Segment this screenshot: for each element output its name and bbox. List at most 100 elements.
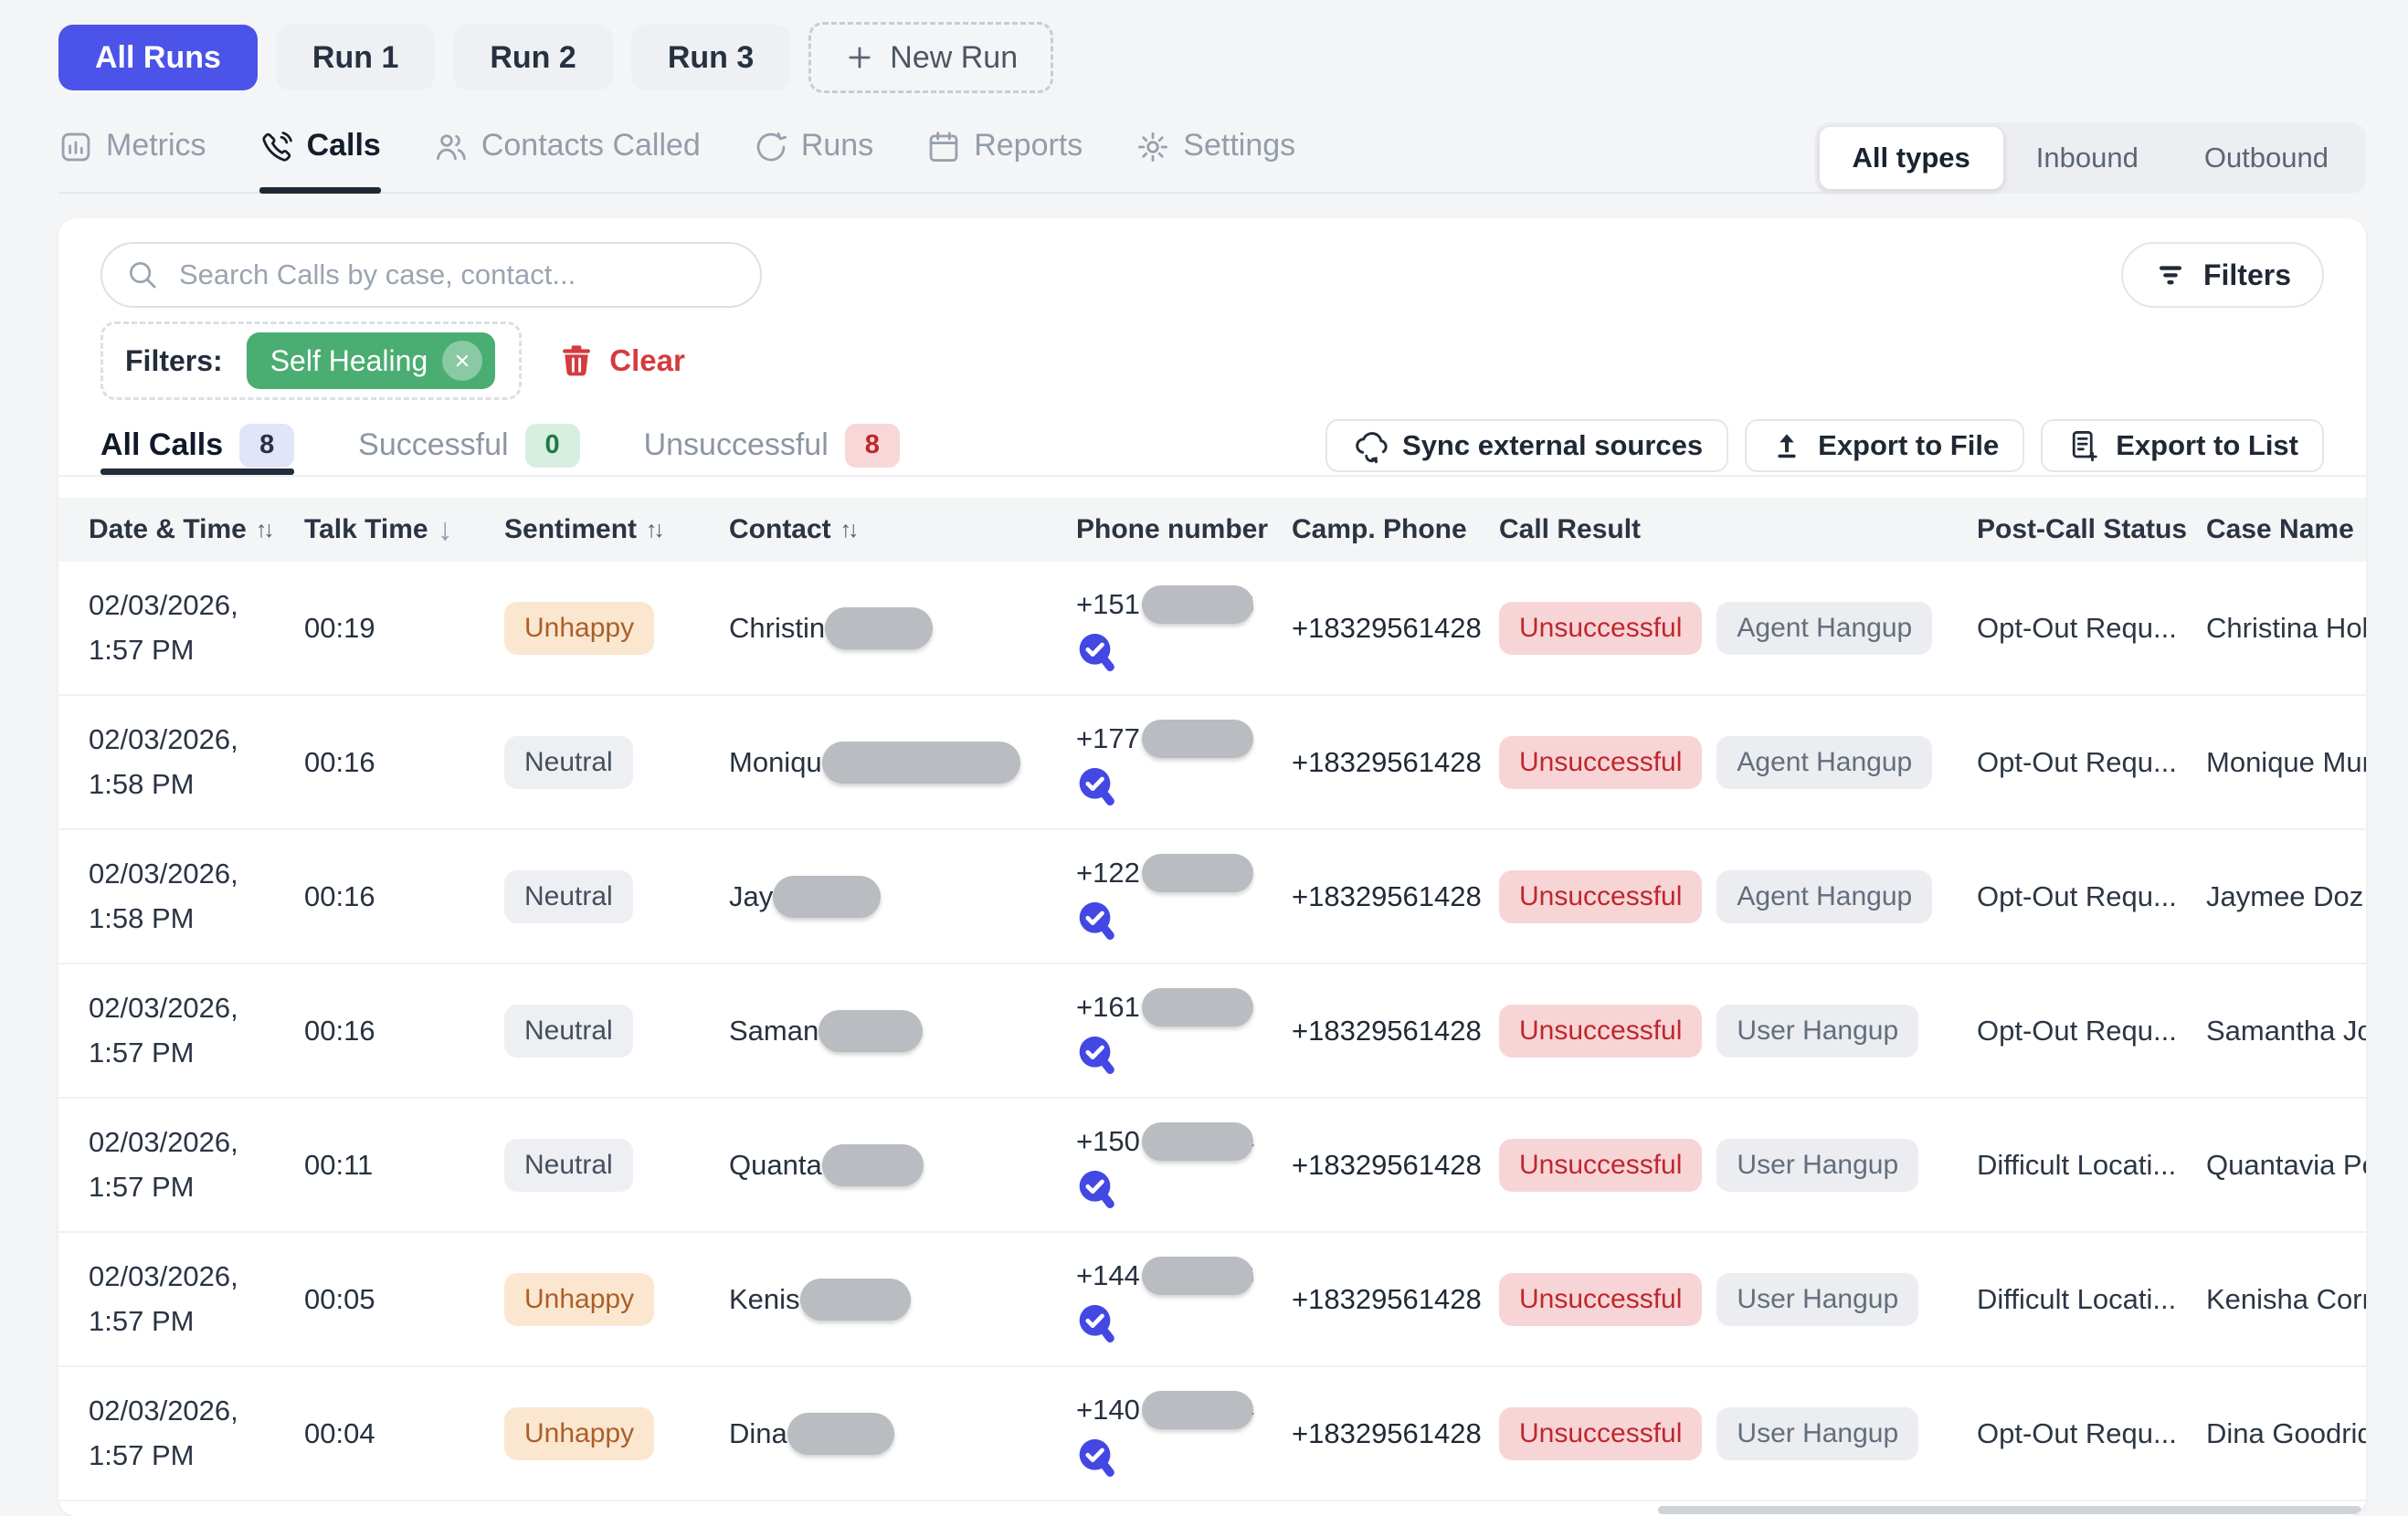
- tab-unsuccessful[interactable]: Unsuccessful 8: [644, 416, 900, 475]
- sort-both-icon[interactable]: ↑↓: [646, 517, 661, 543]
- redaction-blob: [1142, 988, 1253, 1026]
- tab-reports[interactable]: Reports: [926, 128, 1083, 194]
- column-header[interactable]: Camp. Phone ↑↓ ↓: [1292, 514, 1499, 545]
- run-tab-run-3[interactable]: Run 3: [631, 25, 790, 90]
- cell-date-time: 02/03/2026,1:57 PM: [89, 584, 304, 671]
- cell-phone-number: +122: [1076, 854, 1292, 940]
- type-all[interactable]: All types: [1820, 127, 2003, 189]
- cell-sentiment: Unhappy: [504, 1407, 729, 1460]
- tab-runs[interactable]: Runs: [754, 128, 873, 194]
- sentiment-pill: Unhappy: [504, 1407, 654, 1460]
- cell-talk-time: 00:16: [304, 880, 504, 913]
- calls-icon: [259, 130, 294, 164]
- sentiment-pill: Unhappy: [504, 1273, 654, 1326]
- table-row[interactable]: 02/03/2026,1:58 PM 00:16 Neutral Jay +12…: [58, 830, 2366, 964]
- sentiment-pill: Unhappy: [504, 602, 654, 655]
- redaction-blob: [787, 1413, 894, 1455]
- column-header[interactable]: Contact ↑↓ ↓: [729, 514, 1076, 545]
- plus-icon: [844, 42, 875, 73]
- redaction-blob: [822, 742, 1020, 784]
- filters-label: Filters:: [125, 344, 223, 378]
- cell-campaign-phone: +18329561428: [1292, 1149, 1499, 1182]
- cell-contact: Quanta: [729, 1144, 1076, 1186]
- table-row[interactable]: 02/03/2026,1:57 PM 00:05 Unhappy Kenis +…: [58, 1233, 2366, 1367]
- hangup-reason-pill: Agent Hangup: [1716, 602, 1932, 655]
- tab-successful[interactable]: Successful 0: [358, 416, 579, 475]
- sort-desc-icon[interactable]: ↓: [438, 512, 453, 548]
- redaction-blob: [825, 607, 933, 649]
- sentiment-pill: Neutral: [504, 1005, 633, 1058]
- metrics-icon: [58, 130, 93, 164]
- column-header[interactable]: Date & Time ↑↓ ↓: [89, 514, 304, 545]
- trash-icon: [558, 342, 595, 379]
- search-box[interactable]: [100, 242, 762, 308]
- remove-filter-icon[interactable]: [442, 341, 482, 381]
- tab-all-calls[interactable]: All Calls 8: [100, 416, 294, 475]
- sort-both-icon[interactable]: ↑↓: [840, 517, 856, 543]
- cell-phone-number: +150 4: [1076, 1122, 1292, 1208]
- cell-call-result: Unsuccessful User Hangup: [1499, 1407, 1977, 1460]
- cell-case-name: Kenisha Corn...: [2206, 1283, 2366, 1316]
- cell-sentiment: Neutral: [504, 736, 729, 789]
- cell-campaign-phone: +18329561428: [1292, 1417, 1499, 1450]
- column-header[interactable]: Post-Call Status ↑↓ ↓: [1977, 514, 2206, 545]
- cell-date-time: 02/03/2026,1:58 PM: [89, 852, 304, 940]
- cell-contact: Jay: [729, 876, 1076, 918]
- sort-both-icon[interactable]: ↑↓: [256, 517, 271, 543]
- new-run-button[interactable]: New Run: [808, 22, 1053, 93]
- table-row[interactable]: 02/03/2026,1:57 PM 00:19 Unhappy Christi…: [58, 562, 2366, 696]
- filter-group: Filters: Self Healing: [100, 321, 522, 400]
- redaction-blob: [819, 1010, 923, 1052]
- sync-external-sources-button[interactable]: Sync external sources: [1325, 419, 1728, 472]
- cell-date-time: 02/03/2026,1:57 PM: [89, 1255, 304, 1342]
- redaction-blob: [822, 1144, 924, 1186]
- cell-post-call-status: Opt-Out Requ...: [1977, 612, 2206, 645]
- cell-phone-number: +161: [1076, 988, 1292, 1074]
- cell-sentiment: Unhappy: [504, 1273, 729, 1326]
- export-to-file-button[interactable]: Export to File: [1745, 419, 2024, 472]
- result-pill: Unsuccessful: [1499, 602, 1702, 655]
- cell-post-call-status: Opt-Out Requ...: [1977, 1015, 2206, 1048]
- column-header[interactable]: Talk Time ↑↓ ↓: [304, 512, 504, 548]
- column-header[interactable]: Case Name ↑↓ ↓: [2206, 514, 2366, 545]
- call-status-tabs: All Calls 8 Successful 0 Unsuccessful 8 …: [100, 416, 2324, 475]
- run-tab-all-runs[interactable]: All Runs: [58, 25, 258, 90]
- tab-settings[interactable]: Settings: [1135, 128, 1295, 194]
- cell-campaign-phone: +18329561428: [1292, 612, 1499, 645]
- cell-post-call-status: Opt-Out Requ...: [1977, 1417, 2206, 1450]
- column-header[interactable]: Call Result ↑↓ ↓: [1499, 514, 1977, 545]
- cell-campaign-phone: +18329561428: [1292, 746, 1499, 779]
- column-header[interactable]: Sentiment ↑↓ ↓: [504, 514, 729, 545]
- table-row[interactable]: 02/03/2026,1:57 PM 00:11 Neutral Quanta …: [58, 1099, 2366, 1233]
- cell-campaign-phone: +18329561428: [1292, 1015, 1499, 1048]
- type-inbound[interactable]: Inbound: [2003, 127, 2171, 189]
- table-row[interactable]: 02/03/2026,1:57 PM 00:16 Neutral Saman +…: [58, 964, 2366, 1099]
- horizontal-scrollbar-thumb[interactable]: [1658, 1506, 2361, 1514]
- filter-chip-self-healing[interactable]: Self Healing: [247, 332, 496, 389]
- cell-date-time: 02/03/2026,1:57 PM: [89, 1389, 304, 1477]
- tab-contacts-called[interactable]: Contacts Called: [434, 128, 701, 194]
- type-outbound[interactable]: Outbound: [2171, 127, 2361, 189]
- column-header[interactable]: Phone number ↑↓ ↓: [1076, 514, 1292, 545]
- cell-case-name: Dina Goodrid...: [2206, 1417, 2366, 1450]
- calls-dashboard: All Runs Run 1 Run 2 Run 3 New Run Metri…: [0, 0, 2408, 1516]
- result-pill: Unsuccessful: [1499, 1139, 1702, 1192]
- funnel-icon: [2154, 258, 2187, 291]
- result-pill: Unsuccessful: [1499, 1273, 1702, 1326]
- clear-filters-button[interactable]: Clear: [558, 342, 685, 379]
- tab-metrics[interactable]: Metrics: [58, 128, 206, 194]
- search-input[interactable]: [177, 258, 736, 292]
- cell-campaign-phone: +18329561428: [1292, 880, 1499, 913]
- run-tab-run-2[interactable]: Run 2: [453, 25, 612, 90]
- tab-calls[interactable]: Calls: [259, 128, 381, 194]
- search-row: Filters: [100, 242, 2324, 308]
- filters-button[interactable]: Filters: [2121, 242, 2324, 308]
- table-row[interactable]: 02/03/2026,1:57 PM 00:04 Unhappy Dina +1…: [58, 1367, 2366, 1501]
- run-tab-run-1[interactable]: Run 1: [276, 25, 435, 90]
- table-row[interactable]: 02/03/2026,1:58 PM 00:16 Neutral Moniqu …: [58, 696, 2366, 830]
- export-to-list-button[interactable]: Export to List: [2041, 419, 2324, 472]
- cell-contact: Dina: [729, 1413, 1076, 1455]
- unsuccessful-count-badge: 8: [845, 424, 900, 468]
- verified-check-icon: [1076, 900, 1116, 940]
- redaction-blob: [1142, 1391, 1253, 1429]
